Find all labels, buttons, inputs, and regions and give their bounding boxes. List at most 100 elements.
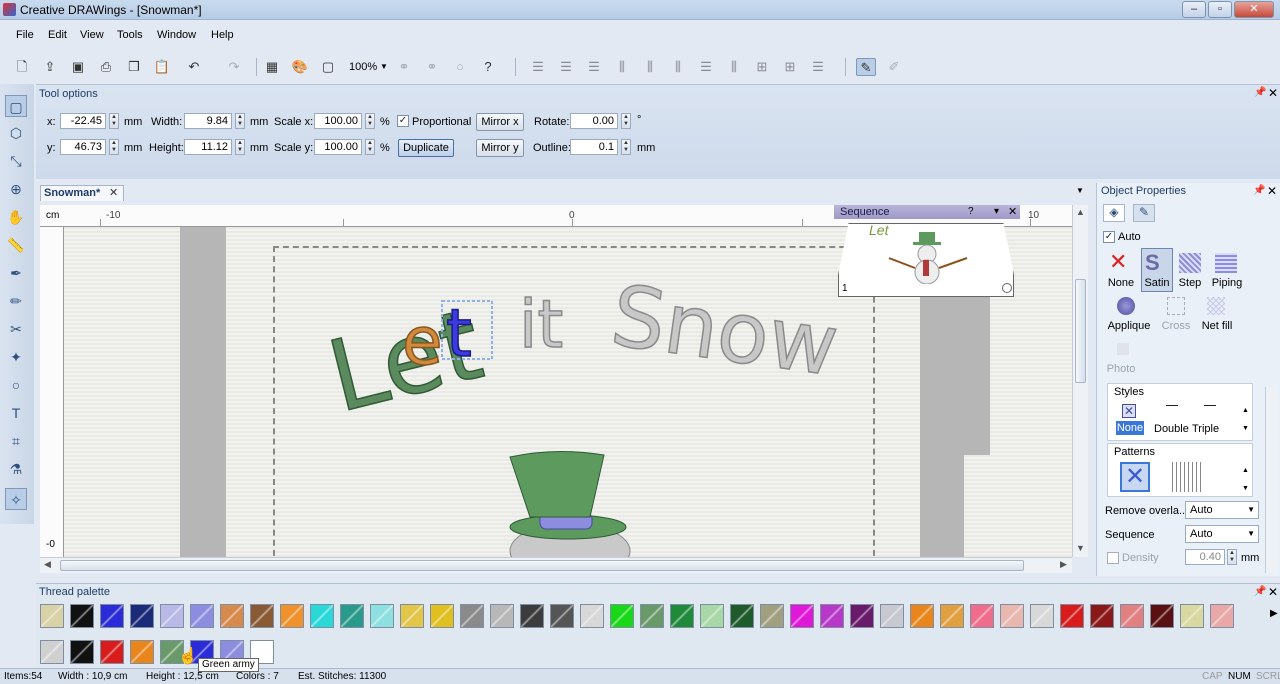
thread-swatch[interactable]: [400, 604, 424, 628]
thread-swatch[interactable]: [850, 604, 874, 628]
thread-swatch[interactable]: [460, 604, 484, 628]
tab-list-dropdown-icon[interactable]: ▼: [1076, 186, 1084, 195]
space-evenly-icon[interactable]: ⊞: [752, 58, 772, 76]
grid-icon[interactable]: ▦: [262, 58, 282, 76]
fill-net-label[interactable]: Net fill: [1197, 320, 1237, 332]
fill-step-label[interactable]: Step: [1173, 277, 1207, 289]
fill-cross-label[interactable]: Cross: [1159, 320, 1193, 332]
density-spinner[interactable]: ▲ ▼: [1227, 549, 1237, 565]
menu-edit[interactable]: Edit: [48, 29, 67, 41]
net-fill-icon[interactable]: [1207, 297, 1225, 315]
style-none[interactable]: None: [1116, 421, 1144, 435]
node-edit-tool-icon[interactable]: ⤡: [5, 150, 27, 172]
vertical-scrollbar[interactable]: ▲ ▼: [1072, 205, 1088, 557]
width-input[interactable]: 9.84: [184, 113, 232, 129]
thread-swatch[interactable]: [40, 640, 64, 664]
menu-file[interactable]: File: [16, 29, 34, 41]
thread-swatch[interactable]: [790, 604, 814, 628]
duplicate-button[interactable]: Duplicate: [398, 139, 454, 157]
thread-swatch[interactable]: [1180, 604, 1204, 628]
width-spinner[interactable]: ▲ ▼: [235, 113, 245, 129]
tab-snowman[interactable]: Snowman* ✕: [40, 185, 124, 201]
undo-icon[interactable]: ↶: [184, 58, 204, 76]
redo-icon[interactable]: ↷: [224, 58, 244, 76]
auto-checkbox[interactable]: ✓: [1103, 231, 1115, 243]
align-top-icon[interactable]: ⫼: [612, 58, 632, 76]
y-spinner[interactable]: ▲ ▼: [109, 139, 119, 155]
thread-swatch[interactable]: [1060, 604, 1084, 628]
style-double-icon[interactable]: [1166, 405, 1178, 406]
sequence-select[interactable]: Auto ▼: [1185, 525, 1259, 543]
thread-swatch[interactable]: [1210, 604, 1234, 628]
palette-scroll-right-icon[interactable]: ▶: [1270, 608, 1278, 619]
distribute-vertical-icon[interactable]: ⫼: [724, 58, 744, 76]
sequence-end-handle[interactable]: [1002, 283, 1012, 293]
pin-icon[interactable]: 📌: [1254, 586, 1266, 597]
outline-input[interactable]: 0.1: [570, 139, 618, 155]
photo-fill-icon[interactable]: [1117, 343, 1129, 355]
break-icon[interactable]: ○: [450, 58, 470, 76]
scroll-right-icon[interactable]: ▶: [1060, 559, 1067, 570]
none-fill-icon[interactable]: ✕: [1109, 251, 1127, 273]
thread-swatch[interactable]: [280, 604, 304, 628]
fill-photo-label[interactable]: Photo: [1103, 363, 1139, 375]
height-input[interactable]: 11.12: [184, 139, 232, 155]
x-spinner[interactable]: ▲ ▼: [109, 113, 119, 129]
fill-piping-label[interactable]: Piping: [1207, 277, 1247, 289]
minimize-button[interactable]: –: [1182, 1, 1206, 18]
proportional-checkbox[interactable]: ✓: [397, 115, 409, 127]
thread-swatch[interactable]: [70, 604, 94, 628]
shape-tool-icon[interactable]: ○: [5, 374, 27, 396]
fill-none-label[interactable]: None: [1101, 277, 1141, 289]
weld-icon[interactable]: ⚭: [394, 58, 414, 76]
pencil-tool-icon[interactable]: ✏: [5, 290, 27, 312]
rotate-spinner[interactable]: ▲ ▼: [621, 113, 631, 129]
outline-tab-icon[interactable]: ✎: [1133, 204, 1155, 222]
pattern-none[interactable]: ✕: [1120, 462, 1150, 492]
pattern-lines[interactable]: [1172, 462, 1202, 492]
open-file-icon[interactable]: ⇪: [40, 58, 60, 76]
measure-tool-icon[interactable]: 📏: [5, 234, 27, 256]
paste-icon[interactable]: 📋: [152, 58, 172, 76]
y-input[interactable]: 46.73: [60, 139, 106, 155]
effects-tool-icon[interactable]: ✦: [5, 346, 27, 368]
pen-tool-icon[interactable]: ✒: [5, 262, 27, 284]
menu-view[interactable]: View: [80, 29, 104, 41]
pin-icon[interactable]: 📌: [1254, 87, 1266, 98]
applique-fill-icon[interactable]: [1117, 297, 1135, 315]
density-checkbox[interactable]: [1107, 552, 1119, 564]
thread-swatch[interactable]: [100, 604, 124, 628]
thread-swatch[interactable]: [940, 604, 964, 628]
fill-satin-label[interactable]: Satin: [1139, 277, 1175, 289]
text-tool-icon[interactable]: T: [5, 402, 27, 424]
cross-fill-icon[interactable]: [1167, 297, 1185, 315]
eyedropper-tool-icon[interactable]: ⚗: [5, 458, 27, 480]
thread-swatch[interactable]: [640, 604, 664, 628]
horizontal-scrollbar[interactable]: ◀ ▶: [40, 557, 1072, 573]
sequence-close-icon[interactable]: ✕: [1008, 205, 1017, 218]
sequence-preview[interactable]: Let: [838, 223, 1014, 297]
zoom-dropdown-icon[interactable]: ▼: [380, 62, 388, 71]
style-triple-icon[interactable]: [1204, 405, 1216, 406]
thread-swatch[interactable]: [70, 640, 94, 664]
close-panel-icon[interactable]: ✕: [1268, 585, 1278, 599]
thread-swatch[interactable]: [520, 604, 544, 628]
crop-tool-icon[interactable]: ⌗: [5, 430, 27, 452]
sequence-help-icon[interactable]: ?: [968, 206, 974, 217]
align-left-icon[interactable]: ☰: [528, 58, 548, 76]
align-center-page-icon[interactable]: ☰: [808, 58, 828, 76]
menu-help[interactable]: Help: [211, 29, 234, 41]
magic-wand-tool-icon[interactable]: ✧: [5, 488, 27, 510]
style-none-icon[interactable]: ✕: [1122, 404, 1136, 418]
close-panel-icon[interactable]: ✕: [1268, 86, 1278, 100]
thread-swatch[interactable]: [220, 604, 244, 628]
satin-fill-icon[interactable]: S: [1145, 251, 1160, 275]
scroll-up-icon[interactable]: ▲: [1076, 207, 1085, 217]
thread-swatch[interactable]: [730, 604, 754, 628]
horizontal-scroll-thumb[interactable]: [60, 560, 1024, 571]
thread-swatch[interactable]: [970, 604, 994, 628]
close-tab-icon[interactable]: ✕: [109, 186, 118, 200]
close-panel-icon[interactable]: ✕: [1267, 184, 1277, 198]
thread-swatch[interactable]: [1150, 604, 1174, 628]
draw-view-icon[interactable]: ✐: [884, 58, 904, 76]
